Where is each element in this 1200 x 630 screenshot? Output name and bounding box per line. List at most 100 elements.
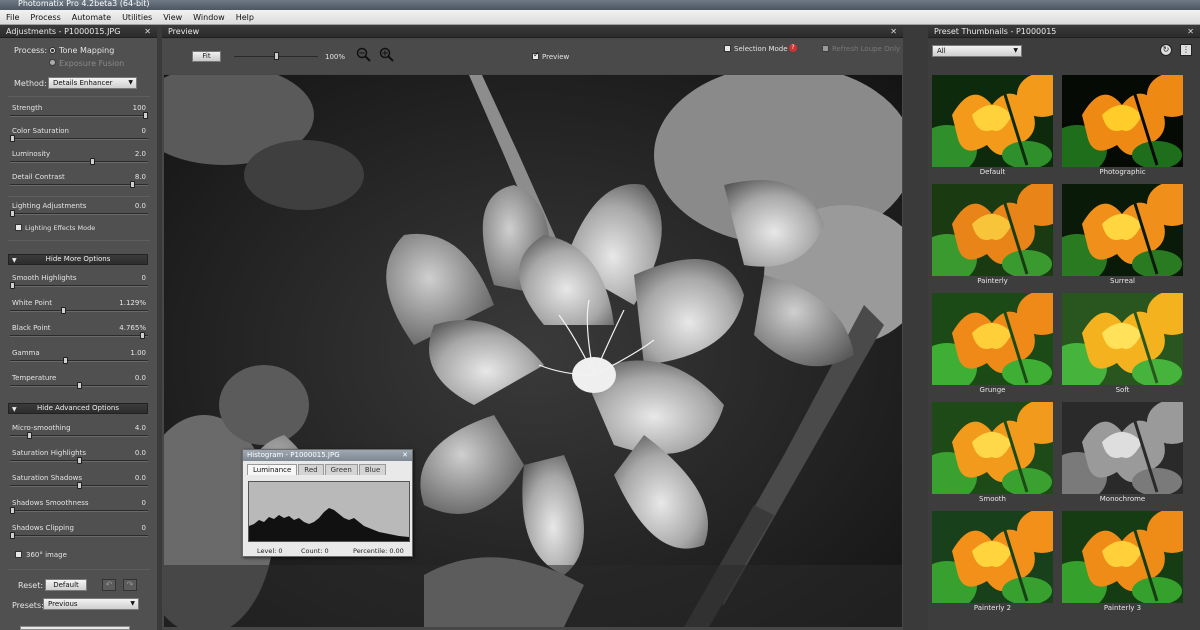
saturation-highlights-value: 0.0 (134, 449, 146, 457)
tab-green[interactable]: Green (324, 464, 358, 475)
preset-thumb-painterly-3[interactable] (1062, 511, 1183, 603)
histogram-count: Count: 0 (301, 547, 329, 555)
preset-thumb-image (932, 293, 1053, 385)
preview-label: Preview (542, 53, 570, 61)
fit-label: Fit (202, 52, 211, 60)
histogram-titlebar[interactable]: Histogram - P1000015.JPG ✕ (243, 450, 412, 461)
zoom-out-icon[interactable] (356, 47, 372, 63)
chevron-down-icon: ▼ (128, 79, 133, 86)
zoom-value: 100% (325, 53, 346, 61)
close-icon[interactable]: ✕ (890, 26, 897, 38)
slider-handle[interactable] (60, 307, 66, 314)
close-icon[interactable]: ✕ (144, 26, 151, 38)
shadows-smoothness-slider[interactable] (10, 507, 148, 514)
saturation-highlights-slider[interactable] (10, 457, 148, 464)
preset-thumb-image (1062, 293, 1183, 385)
gamma-slider[interactable] (10, 357, 148, 364)
selection-mode-checkbox[interactable] (724, 45, 731, 52)
menu-automate[interactable]: Automate (72, 13, 111, 22)
reset-default-button[interactable]: Default (45, 579, 87, 591)
preset-thumb-image (1062, 75, 1183, 167)
slider-handle[interactable] (10, 135, 15, 142)
menu-process[interactable]: Process (30, 13, 60, 22)
image360-checkbox[interactable] (15, 551, 22, 558)
preset-thumb-soft[interactable] (1062, 293, 1183, 385)
preset-thumb-image (932, 184, 1053, 276)
refresh-icon[interactable]: ↻ (1160, 44, 1172, 56)
slider-handle[interactable] (140, 332, 146, 339)
menu-utilities[interactable]: Utilities (122, 13, 152, 22)
redo-icon[interactable]: ↷ (123, 579, 137, 591)
menu-help[interactable]: Help (236, 13, 254, 22)
slider-handle[interactable] (89, 158, 95, 165)
slider-handle[interactable] (274, 52, 279, 60)
black-point-slider[interactable] (10, 332, 148, 339)
help-icon[interactable]: ? (789, 44, 797, 52)
preset-thumb-label: Monochrome (1099, 495, 1146, 503)
slider-handle[interactable] (76, 382, 82, 389)
temperature-slider[interactable] (10, 382, 148, 389)
saturation-shadows-slider[interactable] (10, 482, 148, 489)
presets-select[interactable]: Previous ▼ (43, 598, 139, 610)
slider-handle[interactable] (63, 357, 69, 364)
slider-handle[interactable] (10, 210, 15, 217)
refresh-loupe-checkbox[interactable] (822, 45, 829, 52)
color-saturation-value: 0 (141, 127, 146, 135)
preset-thumb-surreal[interactable] (1062, 184, 1183, 276)
preset-thumb-smooth[interactable] (932, 402, 1053, 494)
lighting-adjustments-slider[interactable] (10, 210, 148, 217)
close-icon[interactable]: ✕ (1187, 26, 1194, 38)
menu-window[interactable]: Window (193, 13, 225, 22)
hide-advanced-options-button[interactable]: ▼ Hide Advanced Options (8, 403, 148, 414)
slider-handle[interactable] (129, 181, 135, 188)
histogram-window[interactable]: Histogram - P1000015.JPG ✕ Luminance Red … (242, 449, 413, 557)
luminosity-slider[interactable] (10, 158, 148, 165)
lighting-adjustments-label: Lighting Adjustments (12, 202, 87, 210)
menu-bar: File Process Automate Utilities View Win… (0, 10, 1200, 25)
histogram-percentile: Percentile: 0.00 (353, 547, 404, 555)
process-button[interactable] (20, 626, 130, 630)
image360-label: 360° image (26, 551, 67, 559)
preset-thumb-photographic[interactable] (1062, 75, 1183, 167)
tab-red[interactable]: Red (298, 464, 324, 475)
shadows-clipping-slider[interactable] (10, 532, 148, 539)
divider (8, 569, 150, 570)
hide-more-options-button[interactable]: ▼ Hide More Options (8, 254, 148, 265)
radio-tone-mapping[interactable] (49, 47, 56, 54)
color-saturation-slider[interactable] (10, 135, 148, 142)
window-title: Photomatix Pro 4.2beta3 (64-bit) (18, 0, 150, 8)
undo-icon[interactable]: ↶ (102, 579, 116, 591)
strength-slider[interactable] (10, 112, 148, 119)
close-icon[interactable]: ✕ (402, 450, 408, 461)
slider-handle[interactable] (143, 112, 148, 119)
method-select[interactable]: Details Enhancer ▼ (48, 77, 137, 89)
zoom-in-icon[interactable] (379, 47, 395, 63)
slider-handle[interactable] (76, 482, 82, 489)
preset-thumb-grunge[interactable] (932, 293, 1053, 385)
slider-handle[interactable] (10, 282, 15, 289)
preset-thumb-painterly[interactable] (932, 184, 1053, 276)
slider-handle[interactable] (10, 532, 15, 539)
preset-thumb-monochrome[interactable] (1062, 402, 1183, 494)
fit-button[interactable]: Fit (192, 51, 221, 62)
smooth-highlights-slider[interactable] (10, 282, 148, 289)
preset-thumb-image (932, 75, 1053, 167)
lighting-effects-checkbox[interactable] (15, 224, 22, 231)
menu-file[interactable]: File (6, 13, 19, 22)
more-options-icon[interactable]: ⋮ (1180, 44, 1192, 56)
preset-thumb-default[interactable] (932, 75, 1053, 167)
preset-thumb-label: Painterly (977, 277, 1008, 285)
preset-thumb-painterly-2[interactable] (932, 511, 1053, 603)
radio-exposure-fusion[interactable] (49, 59, 56, 66)
white-point-slider[interactable] (10, 307, 148, 314)
preset-filter-select[interactable]: All ▼ (932, 45, 1022, 57)
menu-view[interactable]: View (163, 13, 182, 22)
tab-luminance[interactable]: Luminance (247, 464, 298, 475)
slider-handle[interactable] (27, 432, 33, 439)
micro-smoothing-slider[interactable] (10, 432, 148, 439)
selection-mode-label: Selection Mode (734, 45, 788, 53)
tab-blue[interactable]: Blue (358, 464, 387, 475)
detail-contrast-slider[interactable] (10, 181, 148, 188)
slider-handle[interactable] (76, 457, 82, 464)
slider-handle[interactable] (10, 507, 15, 514)
